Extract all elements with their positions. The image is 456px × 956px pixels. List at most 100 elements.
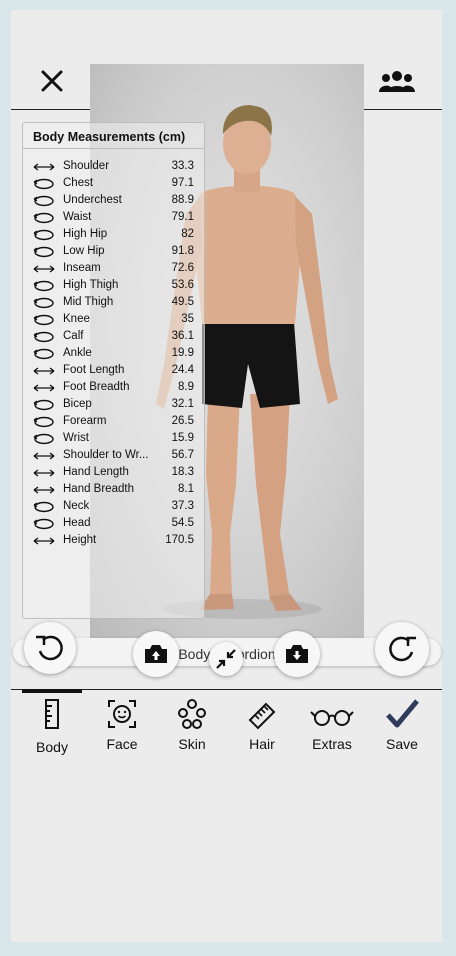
measurement-value: 49.5 <box>171 296 194 308</box>
tab-skin[interactable]: Skin <box>157 698 227 758</box>
people-icon[interactable] <box>379 68 415 96</box>
measurement-value: 35 <box>181 313 194 325</box>
measurement-row[interactable]: Inseam 72.6 <box>23 261 204 278</box>
camera-upload-icon <box>145 645 167 663</box>
measurement-value: 79.1 <box>171 211 194 223</box>
measurement-row[interactable]: Neck 37.3 <box>23 499 204 516</box>
measurement-value: 26.5 <box>171 415 194 427</box>
length-arrow-icon <box>33 535 55 547</box>
close-icon[interactable] <box>37 66 67 96</box>
tab-hair[interactable]: Hair <box>227 698 297 758</box>
measurement-label: Foot Breadth <box>63 381 130 393</box>
measurement-row[interactable]: Waist 79.1 <box>23 210 204 227</box>
measurement-row[interactable]: Head 54.5 <box>23 516 204 533</box>
measurement-row[interactable]: Calf 36.1 <box>23 329 204 346</box>
measurement-label: Foot Length <box>63 364 125 376</box>
measurement-row[interactable]: Wrist 15.9 <box>23 431 204 448</box>
measurements-panel: Body Measurements (cm) Shoulder 33.3 Chest… <box>22 122 205 619</box>
measurement-value: 82 <box>181 228 194 240</box>
measurement-row[interactable]: Underchest 88.9 <box>23 193 204 210</box>
measurement-row[interactable]: Low Hip 91.8 <box>23 244 204 261</box>
measurement-label: Wrist <box>63 432 89 444</box>
glasses-icon <box>310 710 354 726</box>
circumference-icon <box>33 280 55 292</box>
measurement-row[interactable]: Chest 97.1 <box>23 176 204 193</box>
circumference-icon <box>33 416 55 428</box>
measurement-row[interactable]: Shoulder 33.3 <box>23 159 204 176</box>
measurement-label: Chest <box>63 177 94 189</box>
measurement-row[interactable]: Bicep 32.1 <box>23 397 204 414</box>
measurement-label: High Thigh <box>63 279 119 291</box>
circumference-icon <box>33 314 55 326</box>
undo-button[interactable] <box>24 622 76 674</box>
panel-title: Body Measurements (cm) <box>33 130 186 144</box>
skin-dots-icon <box>178 699 206 729</box>
measurement-row[interactable]: Foot Breadth 8.9 <box>23 380 204 397</box>
tab-save[interactable]: Save <box>367 698 437 758</box>
undo-icon <box>36 635 63 661</box>
measurement-row[interactable]: Height 170.5 <box>23 533 204 550</box>
measurement-value: 36.1 <box>171 330 194 342</box>
circumference-icon <box>33 501 55 513</box>
tab-label-face: Face <box>106 736 138 752</box>
measurement-row[interactable]: Forearm 26.5 <box>23 414 204 431</box>
measurement-row[interactable]: Foot Length 24.4 <box>23 363 204 380</box>
tab-body[interactable]: Body <box>17 698 87 758</box>
measurement-value: 53.6 <box>171 279 194 291</box>
length-arrow-icon <box>33 450 55 462</box>
measurement-label: High Hip <box>63 228 108 240</box>
measurement-label: Shoulder <box>63 160 110 172</box>
measurement-value: 54.5 <box>171 517 194 529</box>
upload-photo-button[interactable] <box>133 631 179 677</box>
measurement-value: 8.1 <box>178 483 194 495</box>
measurement-value: 97.1 <box>171 177 194 189</box>
measurement-label: Forearm <box>63 415 107 427</box>
measurement-value: 8.9 <box>178 381 194 393</box>
measurement-row[interactable]: Mid Thigh 49.5 <box>23 295 204 312</box>
measurement-row[interactable]: Hand Breadth 8.1 <box>23 482 204 499</box>
tab-face[interactable]: Face <box>87 698 157 758</box>
collapse-button[interactable] <box>209 642 243 676</box>
measurement-label: Shoulder to Wr... <box>63 449 149 461</box>
ruler-icon <box>45 699 59 729</box>
measurement-value: 91.8 <box>171 245 194 257</box>
measurement-label: Ankle <box>63 347 92 359</box>
length-arrow-icon <box>33 484 55 496</box>
measurement-label: Hand Breadth <box>63 483 134 495</box>
measurement-value: 88.9 <box>171 194 194 206</box>
app-window: Body Measurements (cm) Shoulder 33.3 Chest… <box>11 10 442 942</box>
measurement-label: Mid Thigh <box>63 296 114 308</box>
measurement-label: Bicep <box>63 398 92 410</box>
measurement-value: 56.7 <box>171 449 194 461</box>
circumference-icon <box>33 195 55 207</box>
circumference-icon <box>33 331 55 343</box>
measurement-value: 18.3 <box>171 466 194 478</box>
length-arrow-icon <box>33 263 55 275</box>
measurement-row[interactable]: High Thigh 53.6 <box>23 278 204 295</box>
measurement-row[interactable]: Knee 35 <box>23 312 204 329</box>
face-icon <box>108 700 136 728</box>
measurement-label: Underchest <box>63 194 122 206</box>
comb-icon <box>248 702 276 730</box>
circumference-icon <box>33 433 55 445</box>
download-photo-button[interactable] <box>274 631 320 677</box>
measurement-label: Hand Length <box>63 466 129 478</box>
measurement-row[interactable]: High Hip 82 <box>23 227 204 244</box>
circumference-icon <box>33 229 55 241</box>
redo-icon <box>389 636 416 662</box>
length-arrow-icon <box>33 382 55 394</box>
tab-label-skin: Skin <box>178 736 206 752</box>
measurement-row[interactable]: Hand Length 18.3 <box>23 465 204 482</box>
measurement-label: Knee <box>63 313 90 325</box>
circumference-icon <box>33 212 55 224</box>
measurement-row[interactable]: Ankle 19.9 <box>23 346 204 363</box>
measurement-label: Waist <box>63 211 92 223</box>
measurement-value: 37.3 <box>171 500 194 512</box>
measurement-label: Head <box>63 517 91 529</box>
redo-button[interactable] <box>375 622 429 676</box>
measurement-label: Neck <box>63 500 90 512</box>
tab-extras[interactable]: Extras <box>297 698 367 758</box>
panel-divider <box>23 148 204 149</box>
measurement-label: Low Hip <box>63 245 105 257</box>
measurement-row[interactable]: Shoulder to Wr... 56.7 <box>23 448 204 465</box>
